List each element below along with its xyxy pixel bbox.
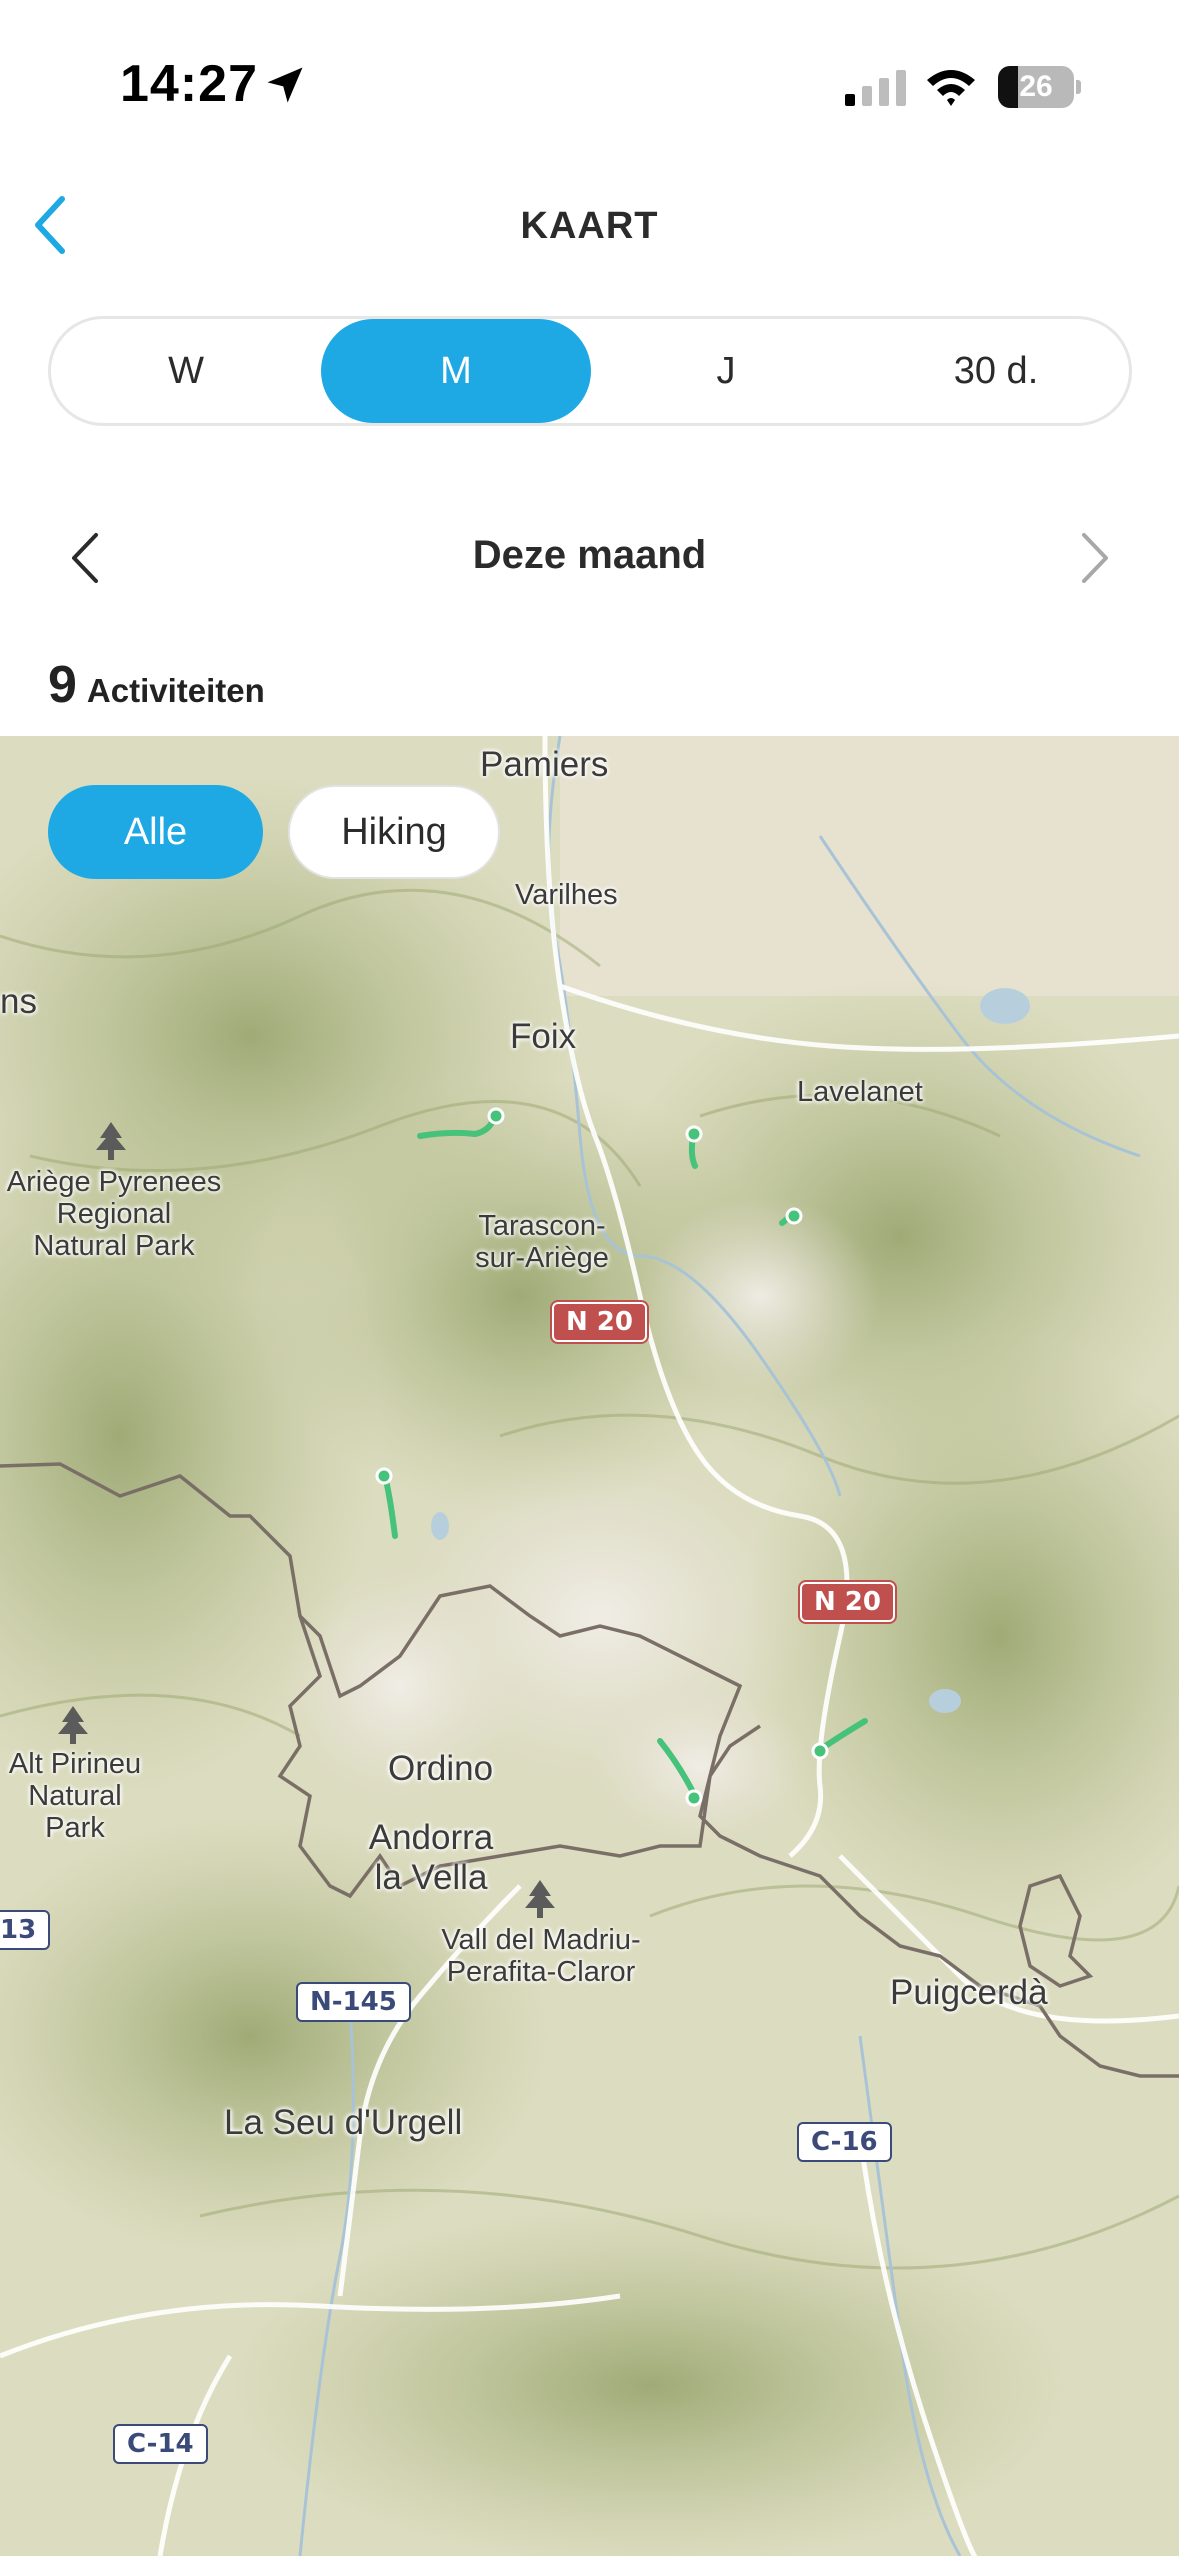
place-ariege-park: Ariège Pyrenees Regional Natural Park xyxy=(6,1166,222,1262)
park-tree-icon xyxy=(58,1706,88,1744)
map-terrain xyxy=(0,736,1179,2556)
battery-icon: 26 xyxy=(998,66,1081,108)
activity-count: 9 Activiteiten xyxy=(48,655,265,715)
place-alt-pirineu: Alt Pirineu Natural Park xyxy=(8,1748,142,1844)
cellular-signal-icon xyxy=(845,70,906,106)
segment-month[interactable]: M xyxy=(321,319,591,423)
road-badge-n20: N 20 xyxy=(552,1302,647,1342)
road-badge-n145: N-145 xyxy=(296,1982,411,2022)
segment-30-days[interactable]: 30 d. xyxy=(861,319,1131,423)
road-badge-n20: N 20 xyxy=(800,1582,895,1622)
place-varilhes: Varilhes xyxy=(515,879,618,911)
battery-percentage: 26 xyxy=(1019,70,1053,103)
place-pamiers: Pamiers xyxy=(480,745,609,784)
park-tree-icon xyxy=(96,1122,126,1160)
place-tarascon: Tarascon- sur-Ariège xyxy=(475,1210,609,1274)
place-andorra: Andorra la Vella xyxy=(368,1818,494,1897)
activity-map[interactable]: Pamiers Varilhes ns Foix Lavelanet Arièg… xyxy=(0,736,1179,2556)
period-segmented-control: W M J 30 d. xyxy=(48,316,1132,426)
wifi-icon xyxy=(927,70,975,106)
location-arrow-icon xyxy=(267,67,303,103)
road-badge-c16: C-16 xyxy=(797,2122,892,2162)
activity-count-number: 9 xyxy=(48,656,77,714)
road-badge-c14: C-14 xyxy=(113,2424,208,2464)
park-tree-icon xyxy=(525,1880,555,1918)
segment-week[interactable]: W xyxy=(51,319,321,423)
road-badge-13: 13 xyxy=(0,1910,51,1950)
filter-all-chip[interactable]: Alle xyxy=(48,785,263,879)
place-la-seu-durgell: La Seu d'Urgell xyxy=(224,2103,463,2142)
place-ns: ns xyxy=(0,982,37,1021)
activity-count-label: Activiteiten xyxy=(86,672,265,709)
chevron-right-icon xyxy=(1082,532,1108,583)
place-vall-madriu: Vall del Madriu- Perafita-Claror xyxy=(441,1924,641,1988)
place-lavelanet: Lavelanet xyxy=(797,1076,923,1108)
place-foix: Foix xyxy=(510,1017,577,1056)
filter-hiking-chip[interactable]: Hiking xyxy=(288,785,500,879)
period-label: Deze maand xyxy=(472,533,707,577)
place-puigcerda: Puigcerdà xyxy=(890,1973,1048,2012)
segment-year[interactable]: J xyxy=(591,319,861,423)
status-time: 14:27 xyxy=(120,55,258,113)
page-title: KAART xyxy=(520,205,659,247)
status-bar: 14:27 26 xyxy=(0,0,1179,150)
place-ordino: Ordino xyxy=(388,1749,494,1788)
next-period-button[interactable] xyxy=(1070,525,1120,590)
